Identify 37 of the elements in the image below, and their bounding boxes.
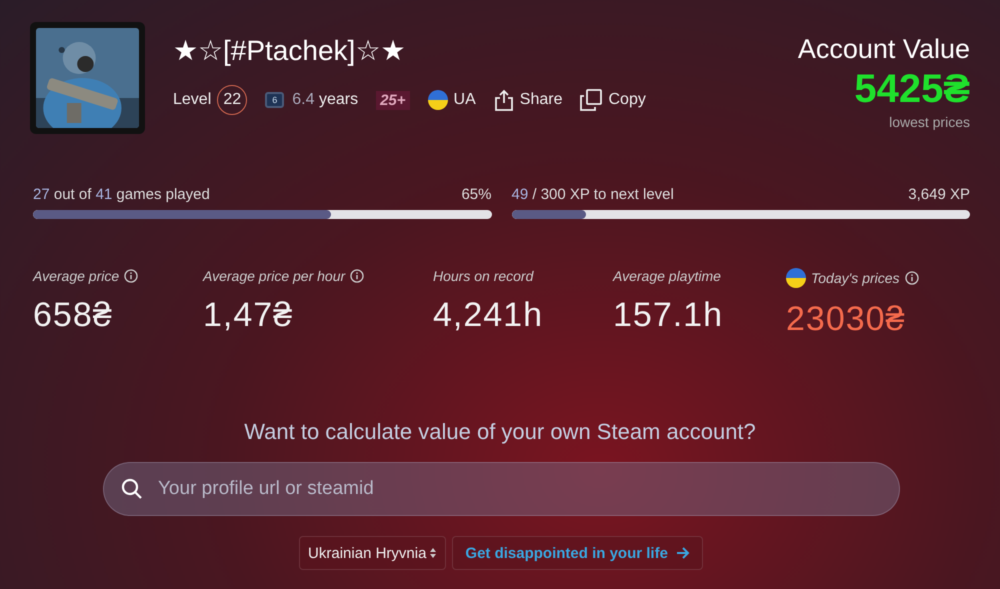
stat-value: 4,241h <box>433 296 544 335</box>
stat-value: 1,47₴ <box>203 296 294 335</box>
progress-reading: 65% <box>461 186 492 203</box>
profile-name: ★☆[#Ptachek]☆★ <box>173 34 406 67</box>
price-note: lowest prices <box>888 114 970 130</box>
years-badge: 6 <box>265 92 284 108</box>
copy-button[interactable]: Copy <box>580 89 646 111</box>
arrow-right-icon <box>676 547 690 559</box>
stat-label: Average price per hour <box>203 268 346 284</box>
progress-label: 49 / 300 XP to next level <box>512 186 674 203</box>
prompt-text: Want to calculate value of your own Steam account? <box>243 419 757 445</box>
stat-value: 23030₴ <box>786 300 906 339</box>
sort-icon <box>429 547 438 559</box>
share-icon <box>494 89 514 111</box>
stat-label: Average playtime <box>613 268 721 284</box>
ukraine-flag-icon <box>786 268 806 288</box>
ukraine-flag-icon <box>428 90 448 110</box>
progress-label: 27 out of 41 games played <box>33 186 210 203</box>
age-badge: 25+ <box>376 90 410 110</box>
stat-value: 658₴ <box>33 296 114 335</box>
currency-select[interactable]: Ukrainian Hryvnia <box>299 536 446 570</box>
search-field[interactable]: Your profile url or steamid <box>103 462 900 516</box>
stat-label: Hours on record <box>433 268 534 284</box>
level-label: Level <box>173 91 212 109</box>
copy-icon <box>580 89 602 111</box>
stat-label: Today's prices <box>811 270 900 286</box>
account-age: 6.4 years <box>292 91 358 109</box>
share-button[interactable]: Share <box>494 89 562 111</box>
level-badge: 22 <box>217 85 248 115</box>
stat-value: 157.1h <box>613 296 724 335</box>
account-value-title: Account Value <box>798 34 970 65</box>
account-value: 5425₴ <box>853 67 970 112</box>
cta-link[interactable]: Get disappointed in your life <box>452 536 703 570</box>
progress-reading: 3,649 XP <box>908 186 970 203</box>
country-code: UA <box>454 91 476 109</box>
stat-label: Average price <box>33 268 120 284</box>
search-icon <box>121 478 143 500</box>
